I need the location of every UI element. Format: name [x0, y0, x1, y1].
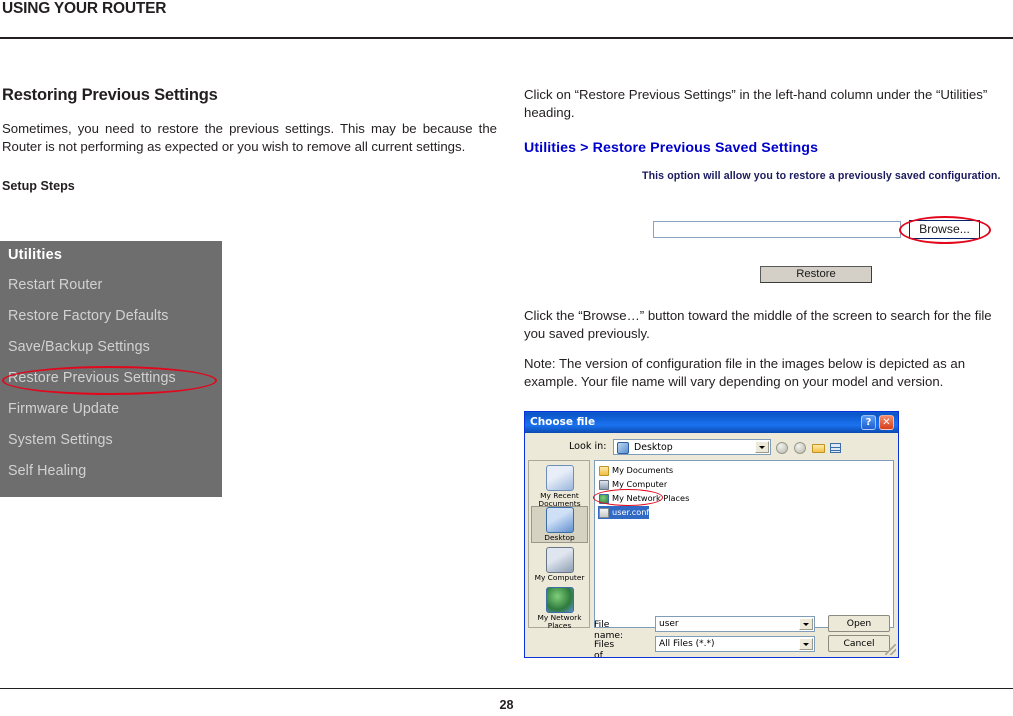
page-header: USING YOUR ROUTER [0, 0, 1013, 38]
place-my-recent-documents[interactable]: My Recent Documents [531, 465, 588, 509]
computer-icon [599, 480, 609, 490]
dialog-title: Choose file [530, 416, 596, 428]
section-title: Restoring Previous Settings [2, 86, 218, 104]
filetype-value: All Files (*.*) [659, 639, 715, 649]
router-utilities-menu-screenshot: Utilities Restart Router Restore Factory… [0, 241, 222, 497]
filename-input[interactable]: user [655, 616, 815, 632]
close-icon[interactable]: ✕ [879, 415, 894, 430]
filename-label: File name: [594, 619, 624, 641]
filetype-label: Files of type: [594, 639, 615, 658]
router-menu-item-restore-factory-defaults[interactable]: Restore Factory Defaults [0, 301, 222, 332]
note-paragraph: Note: The version of configuration file … [524, 356, 966, 389]
filename-value: user [659, 619, 679, 629]
network-icon [545, 587, 574, 613]
router-menu-item-restart-router[interactable]: Restart Router [0, 270, 222, 301]
back-icon[interactable] [775, 441, 790, 455]
desktop-icon [617, 442, 629, 454]
file-list[interactable]: My Documents My Computer My Network Plac… [594, 460, 894, 628]
router-menu-heading: Utilities [8, 247, 63, 263]
router-menu-item-self-healing[interactable]: Self Healing [0, 456, 222, 487]
chevron-down-icon[interactable] [755, 441, 769, 453]
file-list-item[interactable]: My Network Places [598, 492, 689, 505]
lookin-value: Desktop [634, 442, 673, 453]
dialog-titlebar: Choose file ? ✕ [525, 412, 898, 433]
file-list-item[interactable]: My Documents [598, 464, 673, 477]
place-my-computer[interactable]: My Computer [531, 547, 588, 582]
setup-steps-heading: Setup Steps [2, 179, 75, 193]
file-name: My Documents [612, 465, 674, 475]
file-name: My Computer [612, 479, 668, 489]
lookin-label: Look in: [569, 441, 607, 452]
up-one-level-icon[interactable] [793, 441, 808, 455]
chevron-down-icon[interactable] [799, 638, 813, 650]
header-divider [0, 37, 1013, 39]
instruction-paragraph-1: Click on “Restore Previous Settings” in … [524, 87, 988, 120]
instruction-paragraph-2: Click the “Browse…” button toward the mi… [524, 308, 992, 341]
place-desktop[interactable]: Desktop [531, 506, 588, 544]
router-ui-breadcrumb-heading: Utilities > Restore Previous Saved Setti… [524, 140, 819, 156]
router-menu-list: Restart Router Restore Factory Defaults … [0, 270, 222, 487]
cancel-button[interactable]: Cancel [828, 635, 890, 652]
right-column-lower: Click the “Browse…” button toward the mi… [524, 307, 1013, 403]
views-icon[interactable] [829, 441, 844, 455]
file-icon [599, 508, 609, 518]
computer-icon [545, 547, 574, 573]
lookin-row: Look in: Desktop [525, 436, 898, 458]
router-menu-item-firmware-update[interactable]: Firmware Update [0, 394, 222, 425]
file-list-item[interactable]: My Computer [598, 478, 667, 491]
place-label: My Network Places [537, 613, 582, 631]
file-list-item-selected[interactable]: user.conf [598, 506, 650, 519]
router-menu-item-system-settings[interactable]: System Settings [0, 425, 222, 456]
footer-divider [0, 688, 1013, 690]
right-column: Click on “Restore Previous Settings” in … [524, 86, 1013, 134]
page-number: 28 [499, 698, 514, 712]
browse-button[interactable]: Browse... [909, 220, 980, 239]
filetype-dropdown[interactable]: All Files (*.*) [655, 636, 815, 652]
file-name: user.conf [612, 507, 650, 517]
router-menu-item-save-backup-settings[interactable]: Save/Backup Settings [0, 332, 222, 363]
place-label: Desktop [544, 533, 575, 542]
dialog-toolbar [774, 440, 892, 456]
chevron-down-icon[interactable] [799, 618, 813, 630]
place-label: My Computer [534, 573, 585, 582]
choose-file-dialog-screenshot: Choose file ? ✕ Look in: Desktop My Rece… [524, 411, 899, 658]
network-icon [599, 494, 609, 504]
left-column: Restoring Previous Settings Sometimes, y… [2, 86, 497, 203]
restore-button[interactable]: Restore [760, 266, 872, 283]
help-icon[interactable]: ? [861, 415, 876, 430]
new-folder-icon[interactable] [811, 441, 826, 455]
recent-documents-icon [545, 465, 574, 491]
folder-icon [599, 466, 609, 476]
file-path-input[interactable] [653, 221, 901, 238]
router-ui-description: This option will allow you to restore a … [642, 170, 1001, 182]
intro-paragraph: Sometimes, you need to restore the previ… [2, 121, 497, 154]
places-bar: My Recent Documents Desktop My Computer … [528, 460, 590, 631]
desktop-icon [545, 507, 574, 533]
file-name: My Network Places [612, 493, 690, 503]
lookin-dropdown[interactable]: Desktop [613, 439, 771, 455]
page-title: USING YOUR ROUTER [2, 0, 167, 17]
place-my-network-places[interactable]: My Network Places [531, 587, 588, 631]
router-menu-item-restore-previous-settings[interactable]: Restore Previous Settings [0, 363, 222, 394]
open-button[interactable]: Open [828, 615, 890, 632]
resize-grip[interactable] [885, 644, 896, 655]
router-ui-file-row: Browse... [653, 220, 983, 240]
